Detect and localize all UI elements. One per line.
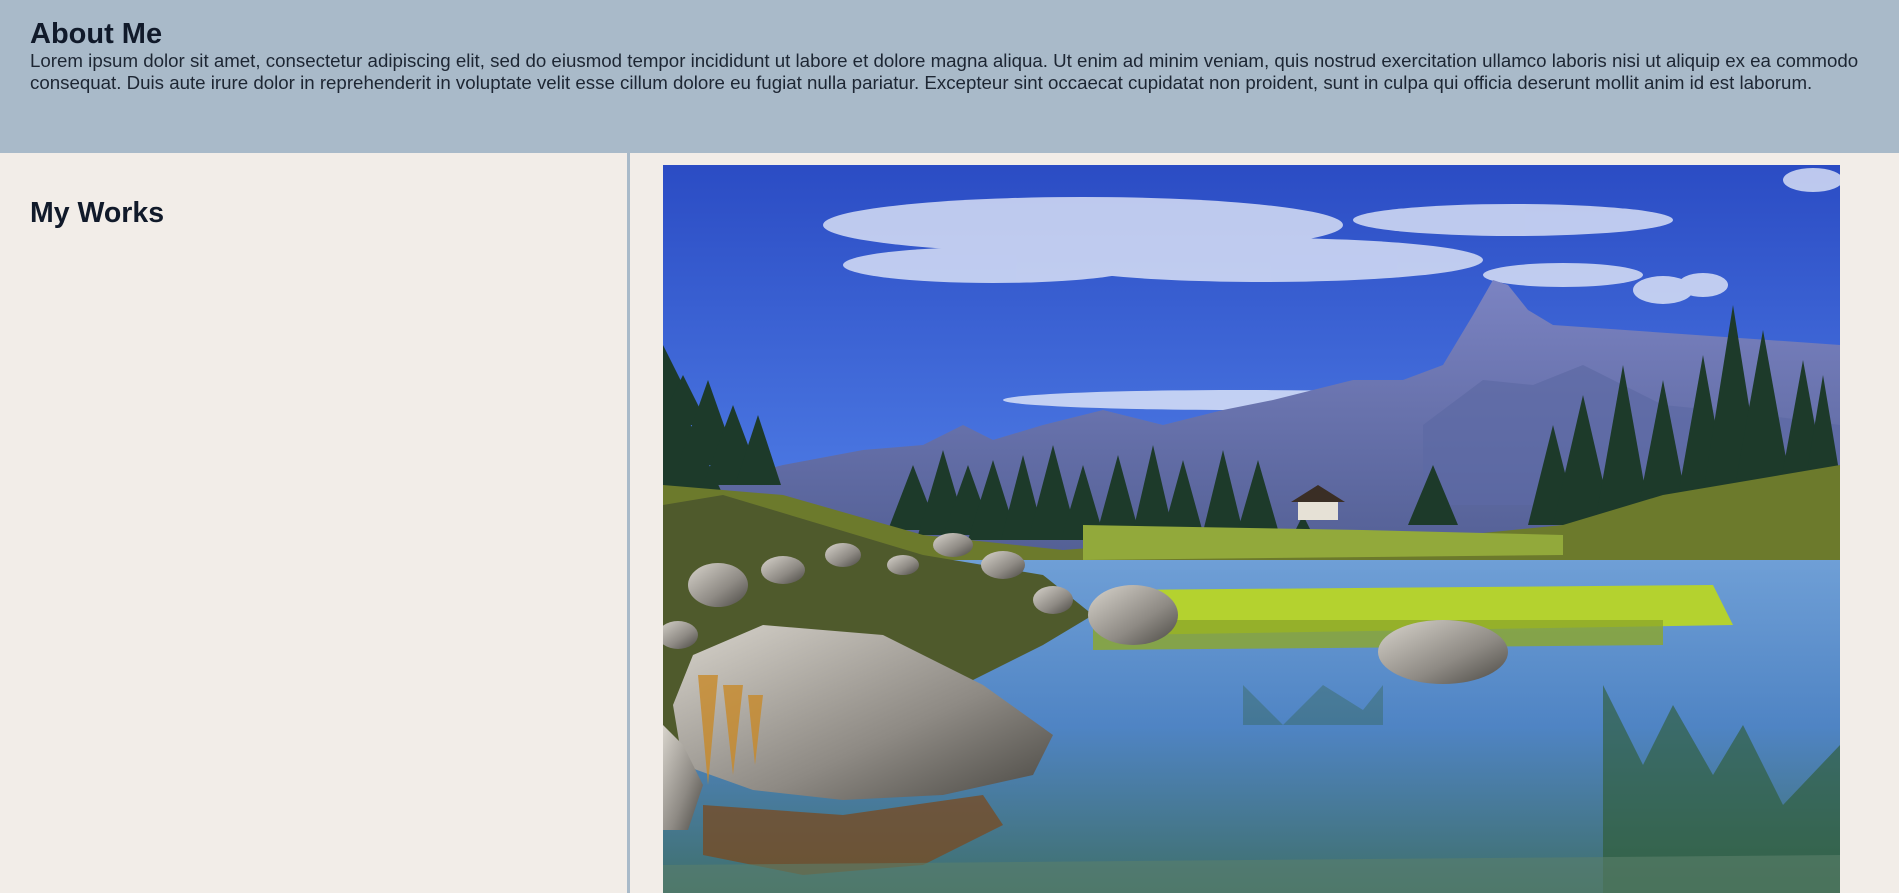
page: About Me Lorem ipsum dolor sit amet, con… [0, 0, 1899, 893]
works-title: My Works [30, 197, 165, 229]
about-section: About Me Lorem ipsum dolor sit amet, con… [0, 0, 1899, 153]
about-title: About Me [30, 18, 163, 50]
landscape-photo [663, 165, 1840, 893]
works-panel: My Works [0, 153, 630, 893]
about-text: Lorem ipsum dolor sit amet, consectetur … [30, 50, 1859, 93]
